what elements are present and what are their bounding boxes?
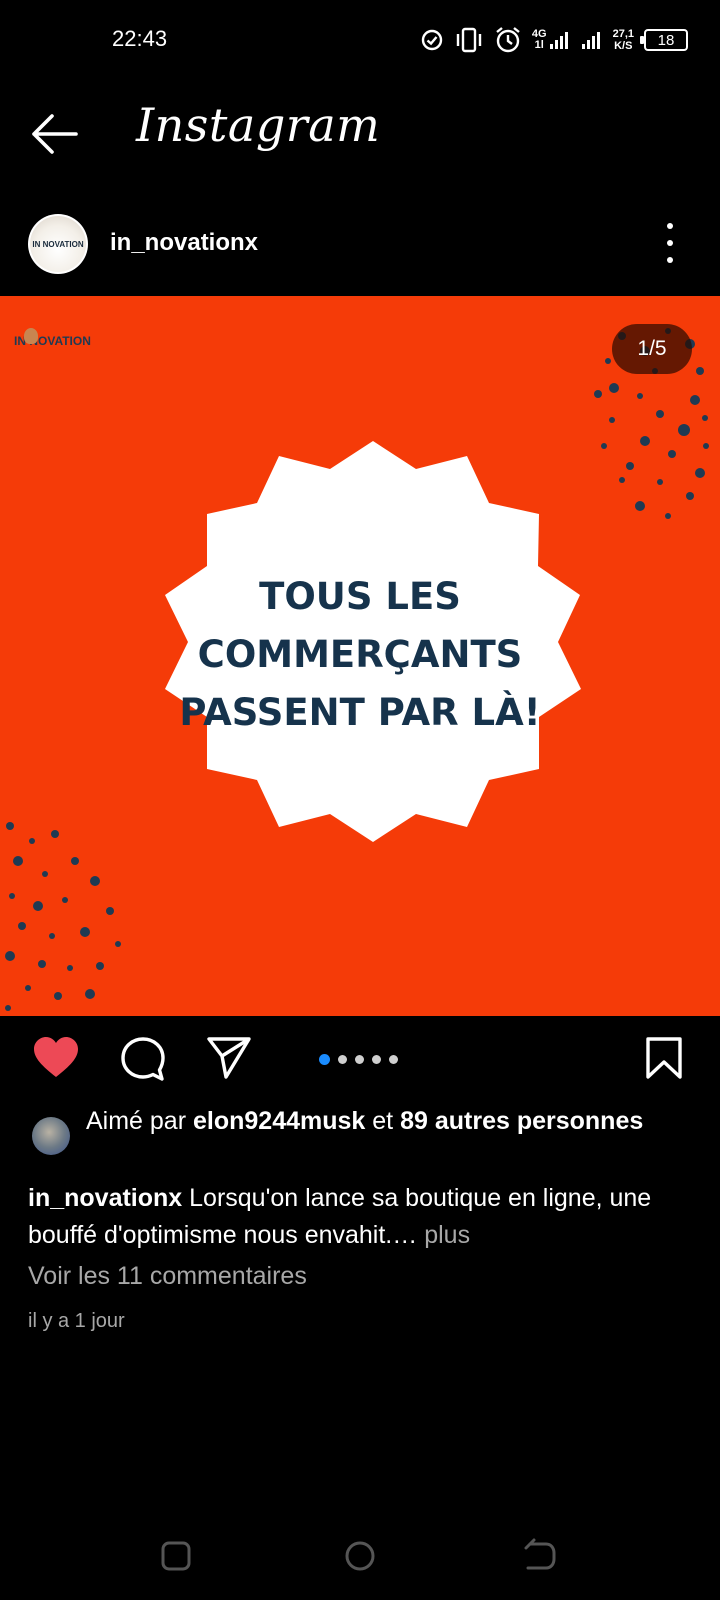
avatar[interactable]: IN NOVATION: [28, 214, 88, 274]
post-header: IN NOVATION in_novationx: [0, 205, 720, 285]
carousel-dot: [389, 1055, 398, 1064]
post-username[interactable]: in_novationx: [110, 229, 258, 257]
post-caption[interactable]: in_novationx Lorsqu'on lance sa boutique…: [28, 1180, 678, 1254]
app-title: Instagram: [136, 98, 381, 152]
caption-more-link[interactable]: plus: [424, 1221, 470, 1249]
carousel-counter: 1/5: [612, 324, 692, 374]
status-time: 22:43: [112, 26, 168, 51]
carousel-dot-active: [319, 1054, 330, 1065]
view-comments-link[interactable]: Voir les 11 commentaires: [28, 1262, 307, 1291]
heart-filled-icon[interactable]: [32, 1036, 80, 1085]
speed-value: 27,1: [612, 28, 634, 40]
recents-icon[interactable]: [156, 1536, 196, 1576]
brand-logo: IN NOVATION: [14, 328, 91, 348]
status-icons: 4G 1l 27,1 K/S 18: [420, 22, 688, 58]
bookmark-icon[interactable]: [644, 1036, 684, 1085]
send-icon[interactable]: [206, 1036, 252, 1085]
app-header: Instagram: [0, 90, 720, 180]
comment-icon[interactable]: [120, 1036, 166, 1087]
carousel-dot: [338, 1055, 347, 1064]
back-arrow-icon[interactable]: [30, 112, 80, 156]
caption-username[interactable]: in_novationx: [28, 1184, 182, 1212]
battery-icon: 18: [640, 29, 688, 51]
liker-username[interactable]: elon9244musk: [193, 1107, 365, 1135]
carousel-indicator: [319, 1054, 398, 1065]
carousel-dot: [355, 1055, 364, 1064]
data-saver-icon: [420, 28, 444, 52]
speed-unit: K/S: [614, 40, 633, 52]
home-icon[interactable]: [340, 1536, 380, 1576]
post-headline: TOUS LES COMMERÇANTS PASSENT PAR LÀ!: [179, 575, 541, 734]
battery-level: 18: [657, 31, 675, 49]
likes-text: Aimé par elon9244musk et 89 autres perso…: [86, 1107, 644, 1135]
back-icon[interactable]: [520, 1536, 560, 1576]
network-subtype: 1l: [534, 39, 544, 51]
alarm-icon: [494, 26, 522, 54]
system-nav-bar: [0, 1520, 720, 1600]
status-bar: 22:43 4G 1l 27,1 K/S 18: [0, 0, 720, 80]
avatar-logo: IN NOVATION: [30, 216, 86, 272]
vibrate-icon: [454, 27, 484, 53]
signal-4g-icon: 4G 1l: [532, 29, 571, 51]
post-image[interactable]: IN NOVATION 1/5 TOUS LES COMMERÇANTS PAS…: [0, 296, 720, 1016]
signal-icon: [581, 30, 603, 50]
more-vertical-icon[interactable]: [660, 223, 680, 263]
likes-others[interactable]: 89 autres personnes: [400, 1107, 643, 1135]
carousel-dot: [372, 1055, 381, 1064]
post-timestamp: il y a 1 jour: [28, 1310, 125, 1332]
liker-avatar: [32, 1117, 70, 1155]
post-actions: [0, 1030, 720, 1090]
network-speed: 27,1 K/S: [613, 28, 634, 52]
